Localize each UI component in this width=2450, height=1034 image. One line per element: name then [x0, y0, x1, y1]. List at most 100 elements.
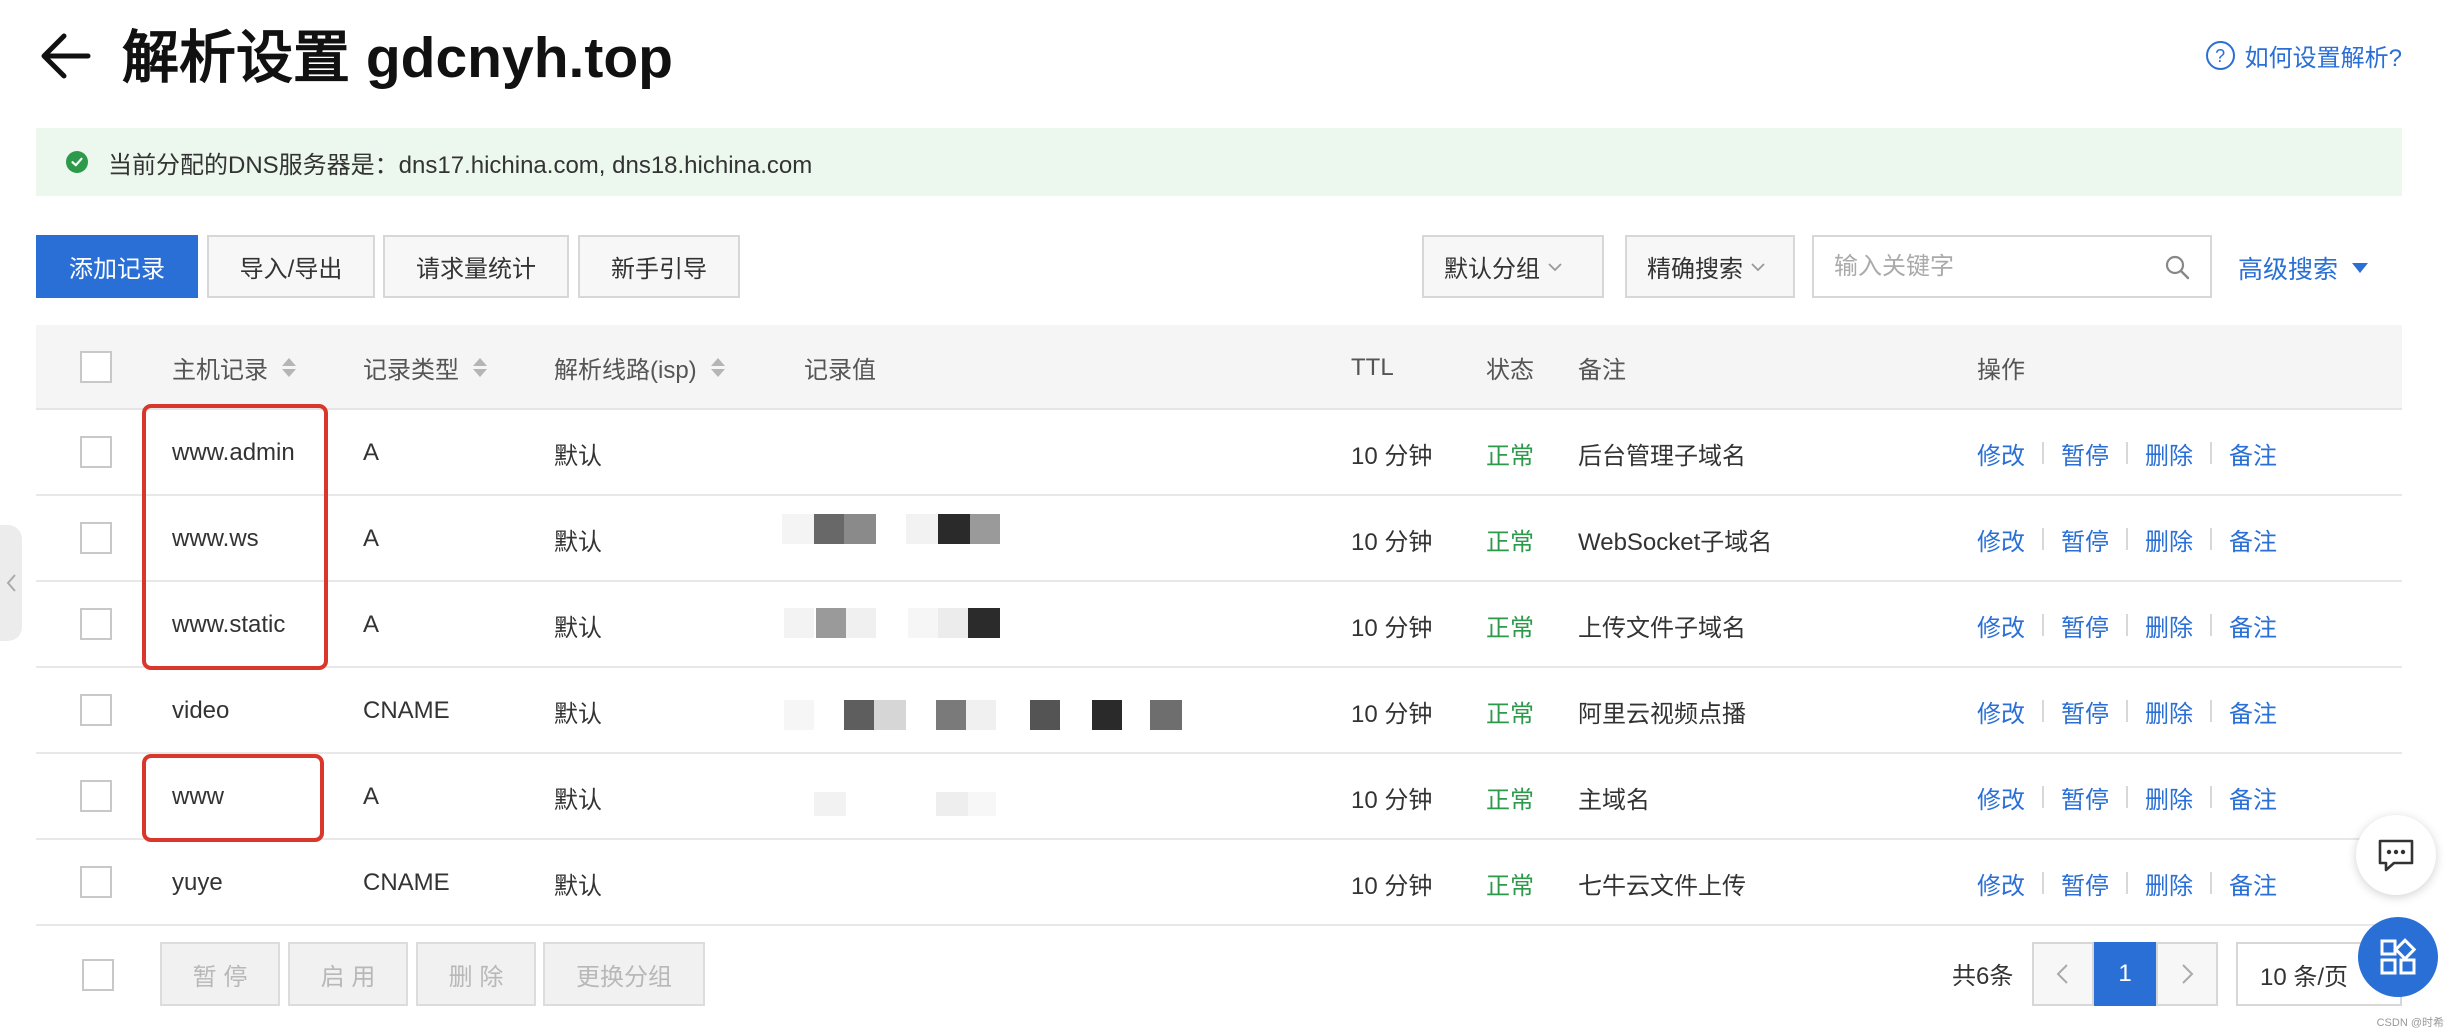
chevron-left-icon [2056, 964, 2068, 984]
table-row: yuye CNAME 默认 10 分钟 正常 七牛云文件上传 修改 暂停 删除 备注 [36, 840, 2402, 926]
search-icon[interactable] [2164, 254, 2190, 280]
side-collapse-tab[interactable] [0, 525, 22, 641]
line-cell: 默认 [554, 700, 602, 728]
row-checkbox[interactable] [80, 694, 112, 726]
search-mode-select[interactable]: 精确搜索 [1625, 235, 1795, 298]
redacted-pixel-block [844, 514, 876, 544]
highlight-box [142, 754, 324, 842]
pause-link[interactable]: 暂停 [2061, 608, 2109, 643]
remark-cell: 主域名 [1578, 786, 1650, 814]
row-checkbox[interactable] [80, 608, 112, 640]
chevron-down-icon [1751, 262, 1765, 271]
apps-button[interactable] [2358, 917, 2438, 997]
next-page-button[interactable] [2156, 942, 2218, 1006]
table-row: www A 默认 10 分钟 正常 主域名 修改 暂停 删除 备注 [36, 754, 2402, 840]
help-link[interactable]: ? 如何设置解析? [2205, 38, 2402, 73]
pause-link[interactable]: 暂停 [2061, 522, 2109, 557]
group-select[interactable]: 默认分组 [1422, 235, 1604, 298]
remark-link[interactable]: 备注 [2229, 436, 2277, 471]
separator [2210, 872, 2212, 894]
redacted-pixel-block [906, 514, 938, 544]
apps-grid-icon [2380, 938, 2417, 975]
question-circle-icon: ? [2205, 41, 2235, 70]
redacted-pixel-block [936, 700, 966, 730]
remark-link[interactable]: 备注 [2229, 608, 2277, 643]
remark-cell: 后台管理子域名 [1578, 442, 1746, 470]
bulk-pause-button[interactable]: 暂 停 [160, 942, 280, 1006]
bulk-delete-button[interactable]: 删 除 [416, 942, 536, 1006]
redacted-pixel-block [936, 792, 968, 816]
redacted-pixel-block [968, 792, 996, 816]
row-actions: 修改 暂停 删除 备注 [1977, 840, 2277, 926]
request-stats-button[interactable]: 请求量统计 [383, 235, 569, 298]
ttl-cell: 10 分钟 [1351, 528, 1433, 556]
prev-page-button[interactable] [2032, 942, 2094, 1006]
row-checkbox[interactable] [80, 780, 112, 812]
remark-link[interactable]: 备注 [2229, 694, 2277, 729]
remark-link[interactable]: 备注 [2229, 866, 2277, 901]
status-cell: 正常 [1486, 442, 1534, 470]
edit-link[interactable]: 修改 [1977, 436, 2025, 471]
pause-link[interactable]: 暂停 [2061, 436, 2109, 471]
page-button-current[interactable]: 1 [2094, 942, 2156, 1006]
remark-link[interactable]: 备注 [2229, 780, 2277, 815]
bulk-enable-button[interactable]: 启 用 [288, 942, 408, 1006]
redacted-pixel-block [1030, 700, 1060, 730]
separator [2042, 614, 2044, 636]
separator [2042, 442, 2044, 464]
column-host[interactable]: 主机记录 [172, 325, 296, 410]
column-value: 记录值 [804, 357, 876, 384]
column-line-label: 解析线路(isp) [554, 357, 697, 384]
row-checkbox[interactable] [80, 522, 112, 554]
redacted-pixel-block [814, 514, 844, 544]
separator [2210, 614, 2212, 636]
type-cell: CNAME [363, 869, 450, 896]
table-row: video CNAME 默认 10 分钟 正常 阿里云视频点播 修改 暂停 删除 备注 [36, 668, 2402, 754]
remark-link[interactable]: 备注 [2229, 522, 2277, 557]
separator [2042, 786, 2044, 808]
delete-link[interactable]: 删除 [2145, 866, 2193, 901]
type-cell: A [363, 525, 380, 552]
edit-link[interactable]: 修改 [1977, 866, 2025, 901]
delete-link[interactable]: 删除 [2145, 436, 2193, 471]
change-group-button[interactable]: 更换分组 [543, 942, 705, 1006]
table-header: 主机记录 记录类型 解析线路(isp) 记录值 TTL 状态 备注 操作 [36, 325, 2402, 410]
watermark: CSDN @时希 [2376, 1017, 2444, 1029]
pause-link[interactable]: 暂停 [2061, 866, 2109, 901]
edit-link[interactable]: 修改 [1977, 694, 2025, 729]
row-actions: 修改 暂停 删除 备注 [1977, 754, 2277, 840]
edit-link[interactable]: 修改 [1977, 780, 2025, 815]
column-type[interactable]: 记录类型 [363, 325, 487, 410]
delete-link[interactable]: 删除 [2145, 694, 2193, 729]
pause-link[interactable]: 暂停 [2061, 694, 2109, 729]
edit-link[interactable]: 修改 [1977, 522, 2025, 557]
remark-cell: WebSocket子域名 [1578, 528, 1773, 556]
separator [2042, 872, 2044, 894]
separator [2210, 700, 2212, 722]
delete-link[interactable]: 删除 [2145, 608, 2193, 643]
add-record-button[interactable]: 添加记录 [36, 235, 198, 298]
dns-server-notice-text: 当前分配的DNS服务器是：dns17.hichina.com, dns18.hi… [108, 151, 813, 179]
edit-link[interactable]: 修改 [1977, 608, 2025, 643]
row-checkbox[interactable] [80, 436, 112, 468]
pause-link[interactable]: 暂停 [2061, 780, 2109, 815]
advanced-search-label: 高级搜索 [2238, 256, 2339, 284]
delete-link[interactable]: 删除 [2145, 522, 2193, 557]
redacted-pixel-block [782, 514, 814, 544]
redacted-pixel-block [814, 792, 846, 816]
chat-button[interactable] [2356, 815, 2436, 895]
import-export-button[interactable]: 导入/导出 [207, 235, 375, 298]
row-checkbox[interactable] [80, 866, 112, 898]
back-arrow-icon[interactable] [36, 30, 92, 82]
beginner-guide-button[interactable]: 新手引导 [578, 235, 740, 298]
redacted-pixel-block [938, 514, 970, 544]
type-cell: A [363, 439, 380, 466]
column-line[interactable]: 解析线路(isp) [554, 325, 725, 410]
separator [2126, 442, 2128, 464]
chat-icon [2378, 839, 2414, 872]
delete-link[interactable]: 删除 [2145, 780, 2193, 815]
advanced-search-link[interactable]: 高级搜索 [2238, 250, 2369, 286]
keyword-search-input[interactable] [1834, 252, 2134, 281]
footer-select-all-checkbox[interactable] [82, 959, 114, 991]
select-all-checkbox[interactable] [80, 351, 112, 383]
